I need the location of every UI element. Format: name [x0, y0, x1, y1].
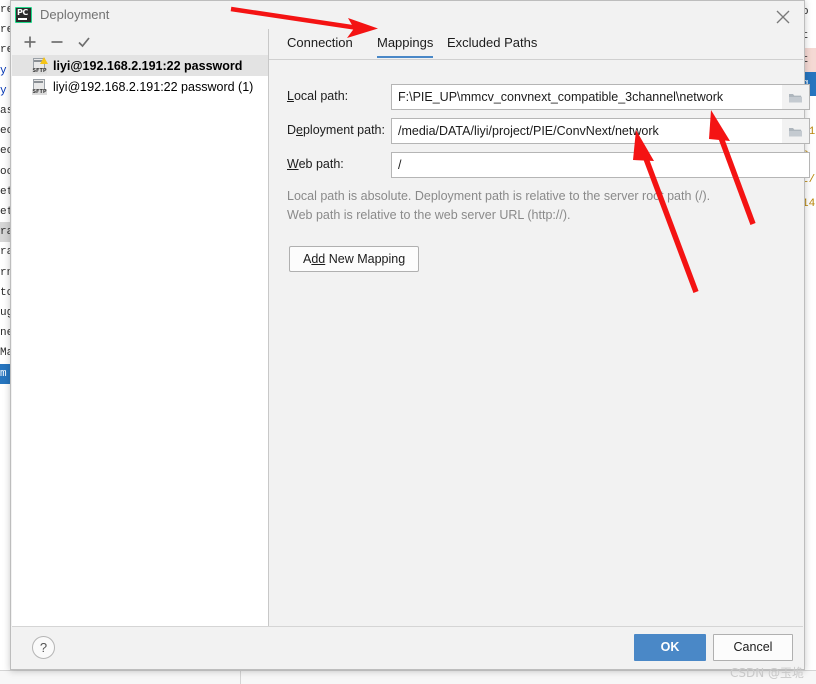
- list-item-label: liyi@192.168.2.191:22 password: [53, 58, 243, 73]
- deployment-path-browse-button[interactable]: [782, 118, 810, 144]
- help-button[interactable]: ?: [32, 636, 55, 659]
- server-list[interactable]: SFTP liyi@192.168.2.191:22 password SFTP…: [12, 55, 268, 629]
- editor-text-fragment: ug: [0, 307, 10, 320]
- close-icon[interactable]: [762, 1, 804, 29]
- editor-text-fragment: Ma: [0, 347, 10, 360]
- editor-text-fragment: rn: [0, 266, 10, 279]
- deployment-path-row: Deployment path: /media/DATA/liyi/projec…: [269, 118, 810, 144]
- editor-divider-horizontal: [0, 670, 816, 671]
- dialog-title: Deployment: [40, 7, 110, 22]
- editor-text-fragment: ra: [0, 246, 10, 259]
- deployment-path-label: Deployment path:: [287, 123, 385, 137]
- tab-bar: Connection Mappings Excluded Paths: [269, 29, 803, 60]
- editor-text-fragment: et: [0, 206, 10, 219]
- dialog-titlebar: PC Deployment: [11, 1, 804, 29]
- editor-text-fragment: to: [0, 286, 10, 299]
- remove-server-button[interactable]: [47, 32, 67, 52]
- tab-connection[interactable]: Connection: [287, 35, 353, 57]
- sftp-icon: SFTP: [32, 79, 47, 95]
- editor-text-fragment: ne: [0, 327, 10, 340]
- editor-text-fragment: oc: [0, 165, 10, 178]
- mappings-panel: Connection Mappings Excluded Paths Local…: [269, 29, 810, 629]
- sftp-icon: SFTP: [32, 57, 48, 74]
- tab-mappings[interactable]: Mappings: [377, 35, 434, 58]
- editor-text-fragment: y: [0, 64, 7, 77]
- screenshot-root: rerereyyasececocetetrararntougneMam ottg…: [0, 0, 816, 684]
- editor-text-fragment: m: [0, 363, 10, 384]
- editor-text-fragment: ra: [0, 222, 10, 243]
- editor-text-fragment: ec: [0, 125, 10, 138]
- local-path-input[interactable]: F:\PIE_UP\mmcv_convnext_compatible_3chan…: [391, 84, 783, 110]
- server-list-toolbar: [12, 29, 268, 55]
- editor-text-fragment: et: [0, 185, 10, 198]
- deployment-path-input[interactable]: /media/DATA/liyi/project/PIE/ConvNext/ne…: [391, 118, 783, 144]
- pycharm-icon: PC: [15, 7, 32, 23]
- cancel-button[interactable]: Cancel: [713, 634, 793, 661]
- tab-excluded-paths[interactable]: Excluded Paths: [447, 35, 537, 57]
- folder-icon: [789, 94, 802, 103]
- hint-line-1: Local path is absolute. Deployment path …: [287, 189, 711, 203]
- local-path-browse-button[interactable]: [782, 84, 810, 110]
- list-item[interactable]: SFTP liyi@192.168.2.191:22 password: [12, 55, 268, 76]
- editor-text-fragment: as: [0, 105, 10, 118]
- editor-text-fragment: ec: [0, 145, 10, 158]
- web-path-row: Web path: /: [269, 152, 810, 178]
- deployment-dialog: PC Deployment SFTP liyi@192.168.2.191:22…: [10, 0, 810, 670]
- ok-button[interactable]: OK: [634, 634, 706, 661]
- hint-line-2: Web path is relative to the web server U…: [287, 208, 571, 222]
- editor-left-strip: re re re y y as ec ec oc et et ra ra rn to ug ne Ma m: [0, 0, 10, 670]
- server-list-panel: SFTP liyi@192.168.2.191:22 password SFTP…: [12, 29, 269, 629]
- local-path-row: Local path: F:\PIE_UP\mmcv_convnext_comp…: [269, 84, 810, 110]
- list-item-label: liyi@192.168.2.191:22 password (1): [53, 79, 254, 94]
- editor-divider-vertical: [240, 670, 241, 684]
- editor-text-fragment: y: [0, 84, 7, 97]
- warning-icon: [40, 57, 48, 64]
- web-path-label: Web path:: [287, 157, 344, 171]
- local-path-label: Local path:: [287, 89, 349, 103]
- web-path-input[interactable]: /: [391, 152, 810, 178]
- folder-icon: [789, 128, 802, 137]
- editor-text-fragment: re: [0, 4, 10, 16]
- add-server-button[interactable]: [20, 32, 40, 52]
- add-new-mapping-button[interactable]: Add New Mapping: [289, 246, 420, 272]
- watermark: CSDN @玉垝: [729, 666, 804, 680]
- mappings-form: Local path: F:\PIE_UP\mmcv_convnext_comp…: [269, 59, 810, 629]
- editor-text-fragment: re: [0, 44, 10, 57]
- dialog-footer: ? OK Cancel: [12, 626, 803, 668]
- list-item[interactable]: SFTP liyi@192.168.2.191:22 password (1): [12, 76, 268, 97]
- check-connection-button[interactable]: [74, 32, 94, 52]
- editor-text-fragment: re: [0, 24, 10, 37]
